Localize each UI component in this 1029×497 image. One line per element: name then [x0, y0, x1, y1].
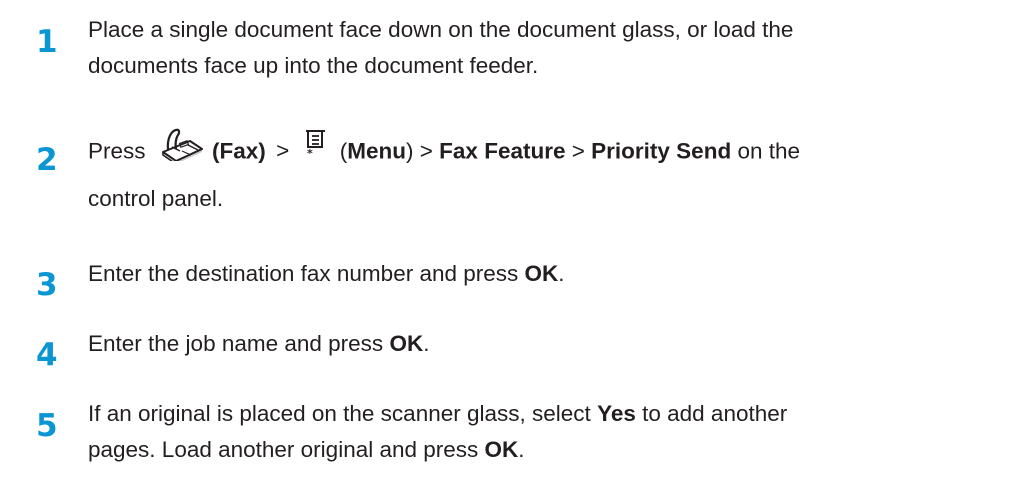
step-2-tail: on the: [737, 138, 801, 164]
step-number: 5: [36, 408, 58, 444]
step-5-text-c: pages. Load another original and press: [88, 437, 479, 462]
separator: >: [571, 138, 585, 164]
menu-label: Menu: [347, 138, 406, 164]
step-number: 2: [36, 142, 58, 178]
svg-text:*: *: [307, 147, 313, 159]
priority-send-label: Priority Send: [591, 138, 732, 164]
step-1-line-2: documents face up into the document feed…: [88, 53, 539, 78]
step-5-line-1: If an original is placed on the scanner …: [88, 396, 1024, 432]
step-5-text-b: to add another: [642, 401, 788, 426]
period: .: [558, 261, 565, 286]
step-5-line-2: pages. Load another original and press O…: [88, 432, 1024, 468]
menu-paren-close: ): [406, 138, 414, 164]
step-2-line-2: control panel.: [88, 186, 224, 211]
step-number: 4: [36, 337, 58, 373]
ok-label: OK: [524, 261, 559, 286]
step-3-text: Enter the destination fax number and pre…: [88, 261, 519, 286]
fax-feature-label: Fax Feature: [439, 138, 566, 164]
step-text: If an original is placed on the scanner …: [88, 396, 1024, 468]
separator: >: [419, 138, 433, 164]
ok-label: OK: [484, 437, 519, 462]
step-text: Place a single document face down on the…: [88, 12, 1024, 84]
step-text: Press (Fax) > * (Menu) > Fax Feature > P…: [88, 127, 1024, 217]
fax-machine-icon: [158, 127, 204, 172]
step-text: Enter the job name and press OK.: [88, 326, 1024, 362]
ok-label: OK: [389, 331, 424, 356]
period: .: [518, 437, 525, 462]
period: .: [423, 331, 430, 356]
step-5-text-a: If an original is placed on the scanner …: [88, 401, 591, 426]
step-text: Enter the destination fax number and pre…: [88, 256, 1024, 292]
menu-icon: *: [305, 129, 331, 170]
yes-label: Yes: [597, 401, 636, 426]
step-1-line-1: Place a single document face down on the…: [88, 17, 794, 42]
press-word: Press: [88, 138, 146, 164]
step-2-line-1: Press (Fax) > * (Menu) > Fax Feature > P…: [88, 127, 1024, 175]
step-4-text: Enter the job name and press: [88, 331, 384, 356]
separator: >: [276, 138, 290, 164]
fax-label: (Fax): [212, 138, 266, 164]
step-number: 3: [36, 267, 58, 303]
step-number: 1: [36, 24, 58, 60]
